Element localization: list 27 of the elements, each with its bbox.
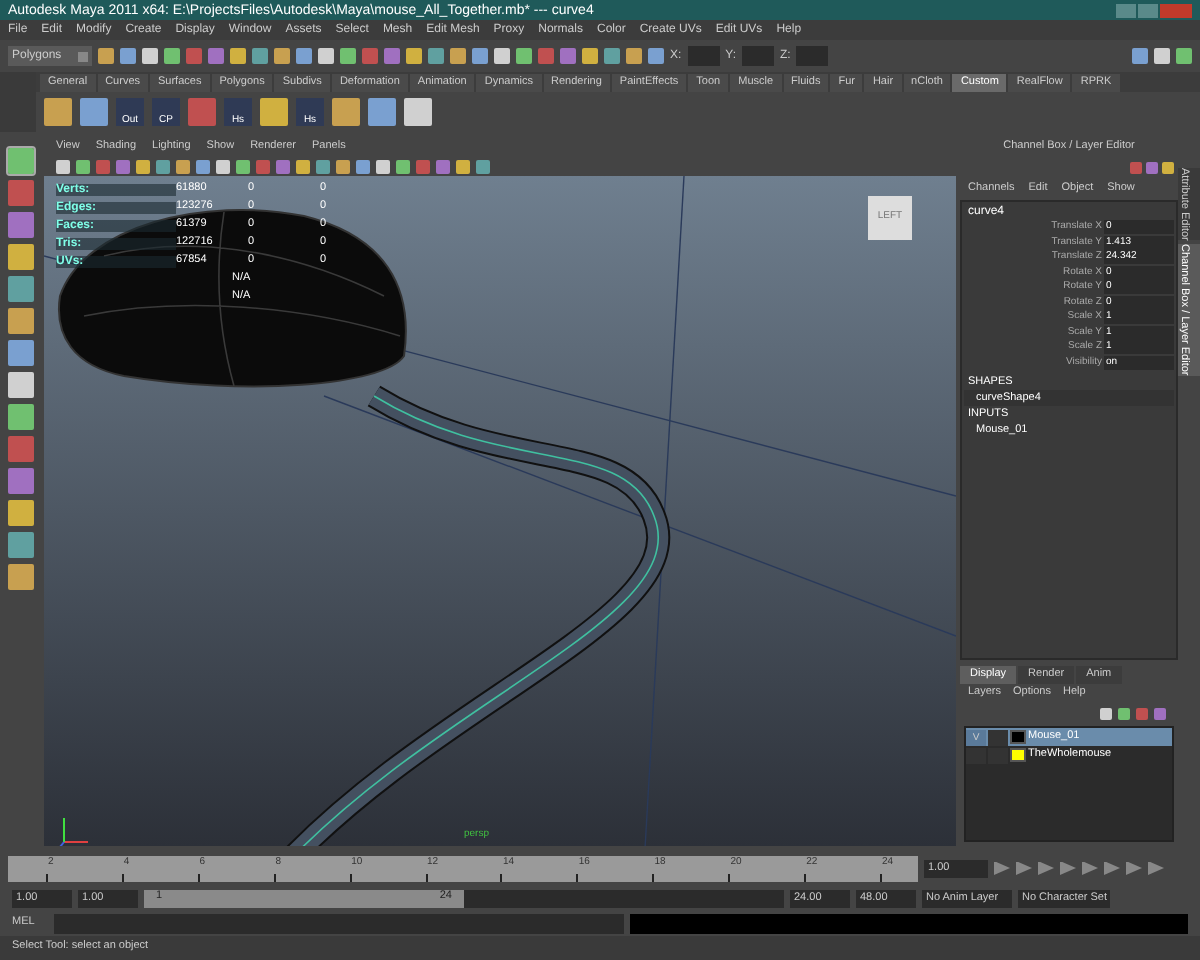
caret-icon <box>78 51 88 61</box>
close-button[interactable] <box>1160 3 1192 17</box>
tick-mark <box>45 873 48 881</box>
tick-mark <box>804 873 807 881</box>
maximize-button[interactable] <box>1138 3 1158 17</box>
tool-icon[interactable] <box>7 532 33 558</box>
tool-icon[interactable] <box>7 212 33 238</box>
minimize-button[interactable] <box>1116 3 1136 17</box>
tick-mark <box>197 873 200 881</box>
tick-mark <box>728 873 731 881</box>
tool-icon[interactable] <box>7 500 33 526</box>
coordinate-field[interactable] <box>742 46 775 66</box>
axis-gizmo-icon <box>55 817 89 846</box>
tool-icon[interactable] <box>7 564 33 590</box>
tool-icon[interactable] <box>7 308 33 334</box>
tick-mark <box>880 873 883 881</box>
coordinate-field[interactable] <box>687 46 720 66</box>
tool-icon[interactable] <box>7 276 33 302</box>
tool-icon[interactable] <box>7 244 33 270</box>
tool-icon[interactable] <box>7 468 33 494</box>
tool-icon[interactable] <box>7 372 33 398</box>
tool-icon[interactable] <box>7 340 33 366</box>
tool-icon[interactable] <box>7 404 33 430</box>
command-input-field[interactable] <box>54 914 624 934</box>
tick-mark <box>121 873 124 881</box>
visibility-toggle[interactable] <box>966 747 986 763</box>
coordinate-field[interactable] <box>796 46 829 66</box>
